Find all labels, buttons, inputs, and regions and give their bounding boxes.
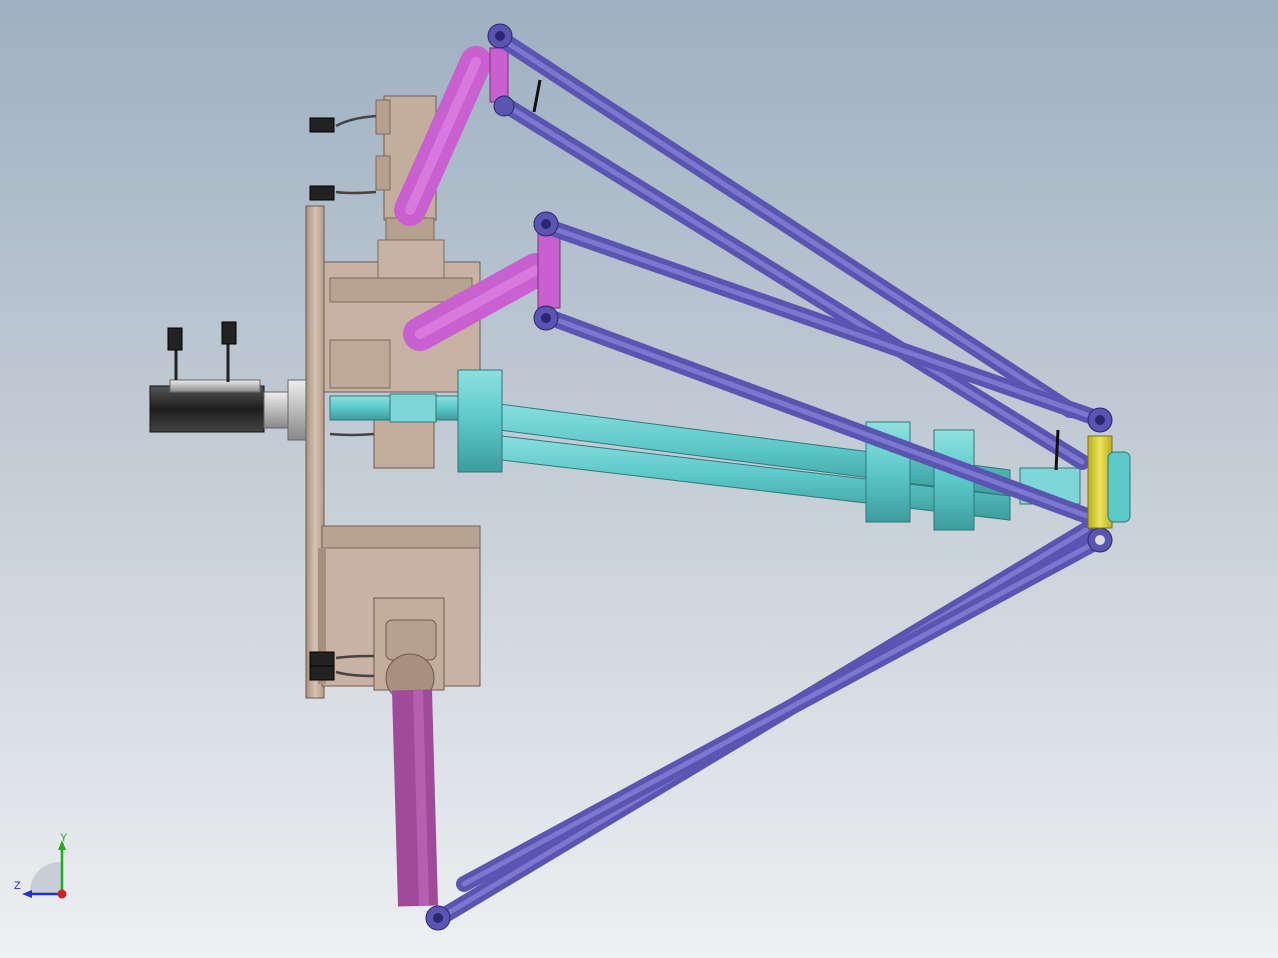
delta-robot-model[interactable] xyxy=(0,0,1278,958)
axis-z-label: Z xyxy=(14,880,21,892)
parallel-link-pair-3[interactable] xyxy=(432,522,1108,926)
upper-arm-3[interactable] xyxy=(392,689,438,907)
rotation-axis-motor[interactable] xyxy=(149,321,307,441)
view-triad-icon xyxy=(22,840,67,899)
axis-y-label: Y xyxy=(60,832,68,844)
cad-viewport[interactable]: Y Z xyxy=(0,0,1278,958)
view-triad[interactable]: Y Z xyxy=(10,832,80,906)
